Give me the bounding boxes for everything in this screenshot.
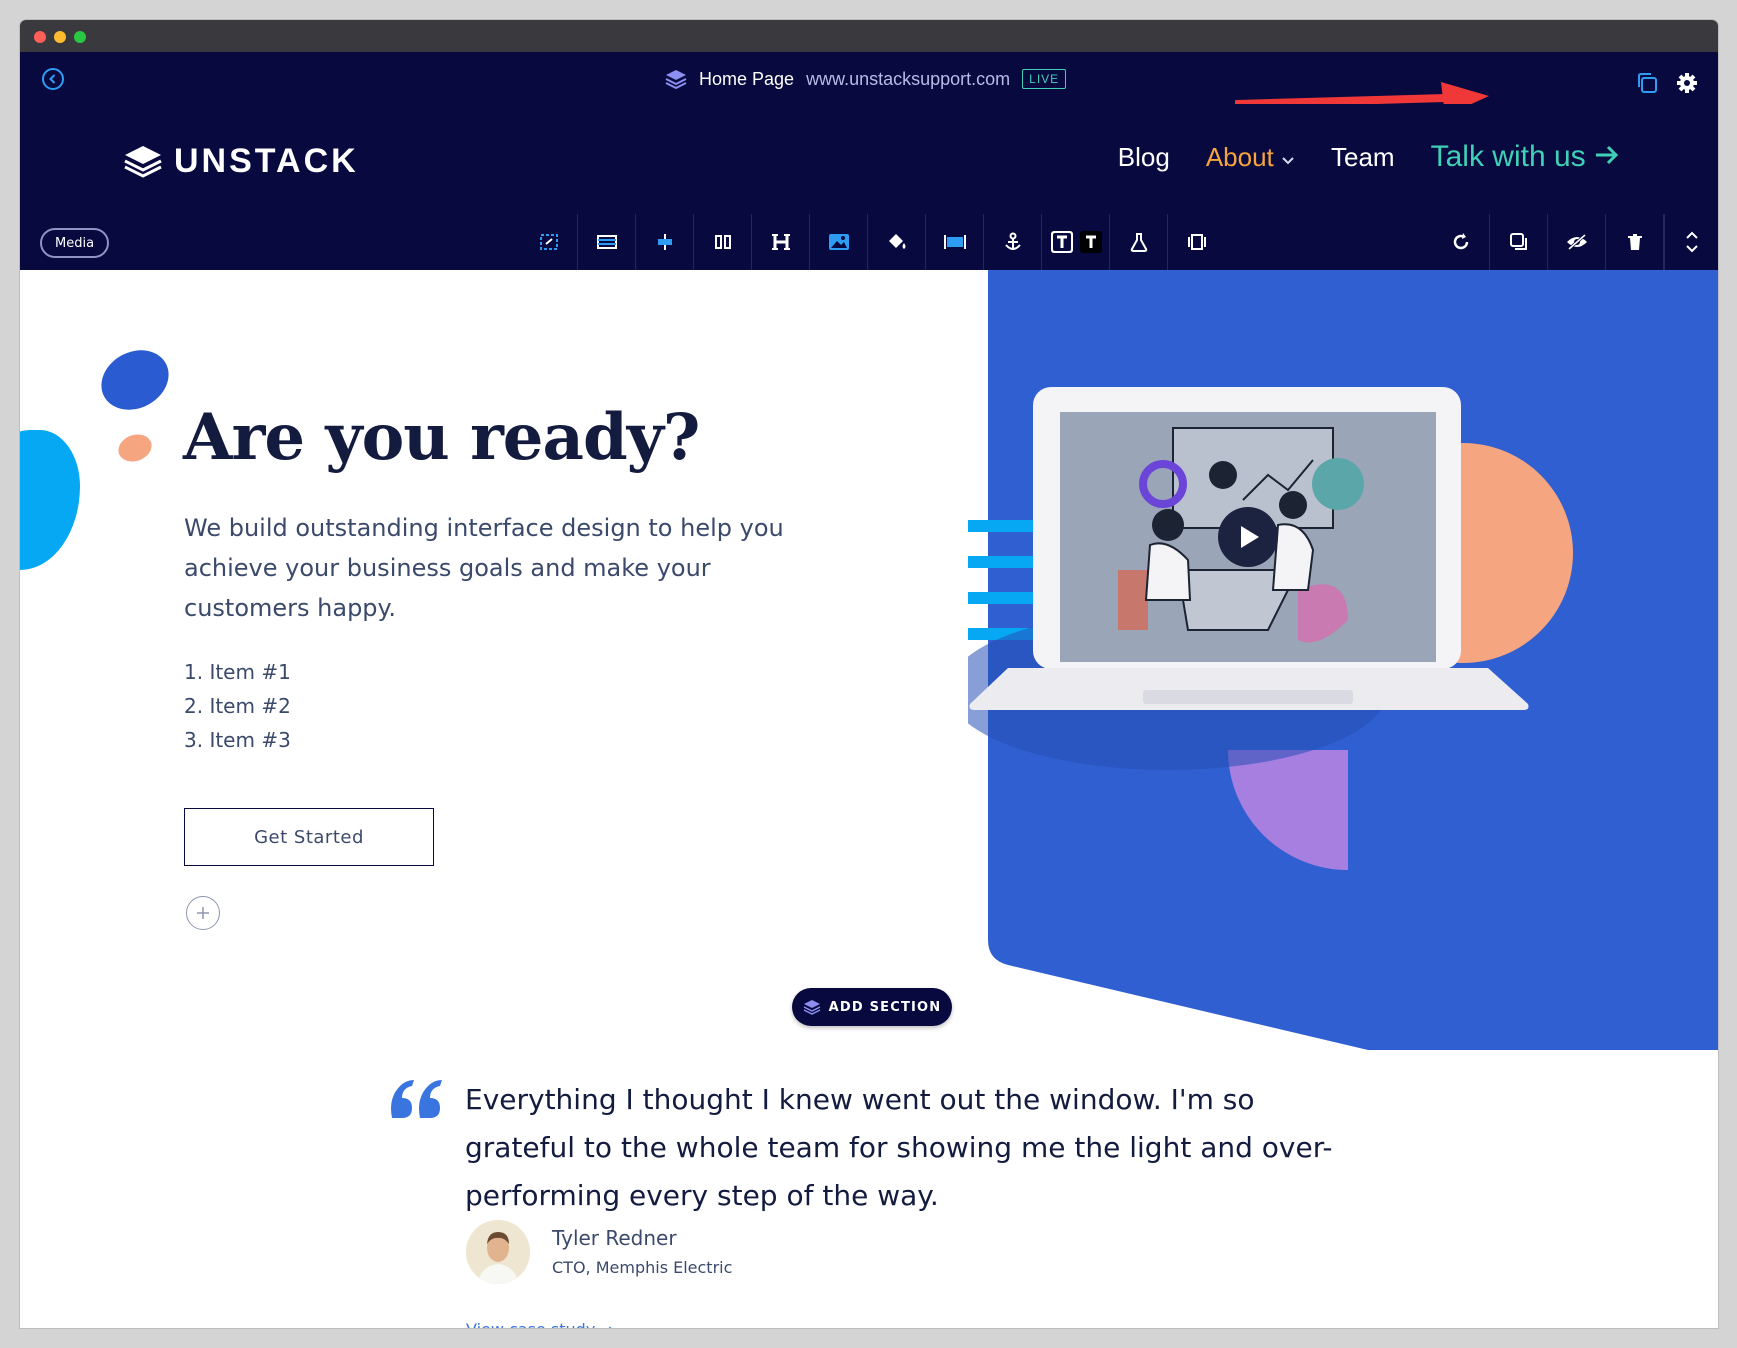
text-dark-icon [1079, 231, 1102, 253]
layers-icon [665, 70, 687, 89]
toolbar-tools [520, 214, 1226, 270]
site-navbar: UNSTACK Blog About Team Talk with us [20, 104, 1718, 214]
duplicate-section-tool[interactable] [1490, 214, 1548, 270]
nav-link-about-label: About [1205, 141, 1274, 172]
resize-icon [539, 234, 558, 250]
list-item: 3. Item #3 [184, 728, 291, 752]
window-titlebar [20, 20, 1718, 52]
add-section-button[interactable]: ADD SECTION [792, 988, 952, 1026]
ab-test-tool[interactable] [1110, 214, 1168, 270]
background-color-tool[interactable] [868, 214, 926, 270]
align-center-icon [657, 234, 672, 250]
add-section-label: ADD SECTION [828, 999, 942, 1015]
section-width-icon [596, 235, 617, 249]
flask-icon [1130, 233, 1147, 252]
editor-actions [1636, 72, 1698, 94]
chevron-left-icon [49, 74, 56, 84]
author-name: Tyler Redner [552, 1226, 677, 1250]
chevron-down-icon [1685, 245, 1698, 253]
columns-icon [714, 235, 731, 249]
decor-blob-peach [114, 429, 156, 467]
plus-icon [197, 907, 209, 919]
reorder-section-tool[interactable] [1664, 214, 1718, 270]
paint-bucket-icon [888, 234, 905, 249]
nav-link-about[interactable]: About [1206, 142, 1295, 173]
hero-title: Are you ready? [183, 400, 700, 475]
eye-off-icon [1566, 233, 1587, 251]
anchor-tool[interactable] [984, 214, 1042, 270]
duplicate-page-icon[interactable] [1636, 72, 1658, 94]
arrow-right-icon [1596, 145, 1619, 165]
toolbar-actions [1432, 214, 1718, 270]
image-tool[interactable] [810, 214, 868, 270]
avatar [466, 1220, 530, 1284]
page-url[interactable]: www.unstacksupport.com [806, 69, 1010, 90]
nav-link-blog[interactable]: Blog [1118, 142, 1170, 173]
hero-list: 1. Item #1 2. Item #2 3. Item #3 [184, 655, 291, 757]
anchor-icon [1004, 232, 1021, 250]
list-item: 2. Item #2 [184, 694, 291, 718]
hero-illustration [968, 270, 1718, 1050]
maximize-window-button[interactable] [74, 31, 86, 43]
add-element-button[interactable] [186, 896, 220, 930]
decor-blob-cyan [20, 430, 80, 570]
nav-link-talk-label: Talk with us [1430, 140, 1586, 173]
duplicate-icon [1509, 233, 1527, 250]
refresh-tool[interactable] [1432, 214, 1490, 270]
testimonial-quote: Everything I thought I knew went out the… [465, 1083, 1333, 1212]
media-button[interactable]: Media [40, 228, 110, 258]
delete-section-tool[interactable] [1606, 214, 1664, 270]
heading-tool[interactable] [752, 214, 810, 270]
columns-tool[interactable] [694, 214, 752, 270]
quote-mark-icon [391, 1080, 442, 1118]
browser-window: Home Page www.unstacksupport.com LIVE UN… [20, 20, 1718, 1328]
full-width-icon [1188, 234, 1206, 250]
case-study-label: View case study [466, 1320, 595, 1328]
full-width-tool[interactable] [1168, 214, 1226, 270]
view-case-study-link[interactable]: View case study → [466, 1320, 614, 1328]
settings-gear-icon[interactable] [1676, 72, 1698, 94]
align-tool[interactable] [636, 214, 694, 270]
brand-name: UNSTACK [174, 142, 359, 180]
section-height-tool[interactable] [926, 214, 984, 270]
nav-link-team[interactable]: Team [1331, 142, 1395, 173]
chevron-down-icon [1282, 156, 1294, 164]
nav-link-talk[interactable]: Talk with us [1431, 140, 1620, 174]
refresh-icon [1453, 233, 1468, 250]
page-info: Home Page www.unstacksupport.com LIVE [665, 66, 1067, 92]
chevron-up-icon [1685, 231, 1698, 239]
list-item: 1. Item #1 [184, 660, 291, 684]
text-color-tool[interactable] [1042, 214, 1110, 270]
avatar-portrait-icon [466, 1220, 530, 1284]
heading-icon [771, 234, 790, 250]
section-width-tool[interactable] [578, 214, 636, 270]
hide-section-tool[interactable] [1548, 214, 1606, 270]
section-height-icon [943, 235, 966, 249]
page-title[interactable]: Home Page [699, 69, 794, 90]
live-badge: LIVE [1022, 69, 1067, 89]
image-icon [828, 234, 849, 250]
hero-section: Are you ready? We build outstanding inte… [20, 270, 1718, 1050]
resize-tool[interactable] [520, 214, 578, 270]
brand-logo[interactable]: UNSTACK [124, 142, 359, 181]
section-toolbar: Media [20, 214, 1718, 270]
arrow-right-icon: → [600, 1320, 613, 1328]
text-light-icon [1050, 231, 1073, 253]
author-role: CTO, Memphis Electric [552, 1258, 733, 1277]
layers-icon [803, 1000, 820, 1015]
hero-description: We build outstanding interface design to… [184, 514, 784, 622]
decor-blob-blue [90, 338, 180, 422]
trash-icon [1627, 234, 1642, 250]
back-button[interactable] [42, 68, 64, 90]
minimize-window-button[interactable] [54, 31, 66, 43]
nav-links: Blog About Team Talk with us [1118, 140, 1620, 174]
editor-bar: Home Page www.unstacksupport.com LIVE [20, 52, 1718, 116]
unstack-logo-icon [124, 145, 162, 178]
close-window-button[interactable] [34, 31, 46, 43]
get-started-button[interactable]: Get Started [184, 808, 434, 866]
